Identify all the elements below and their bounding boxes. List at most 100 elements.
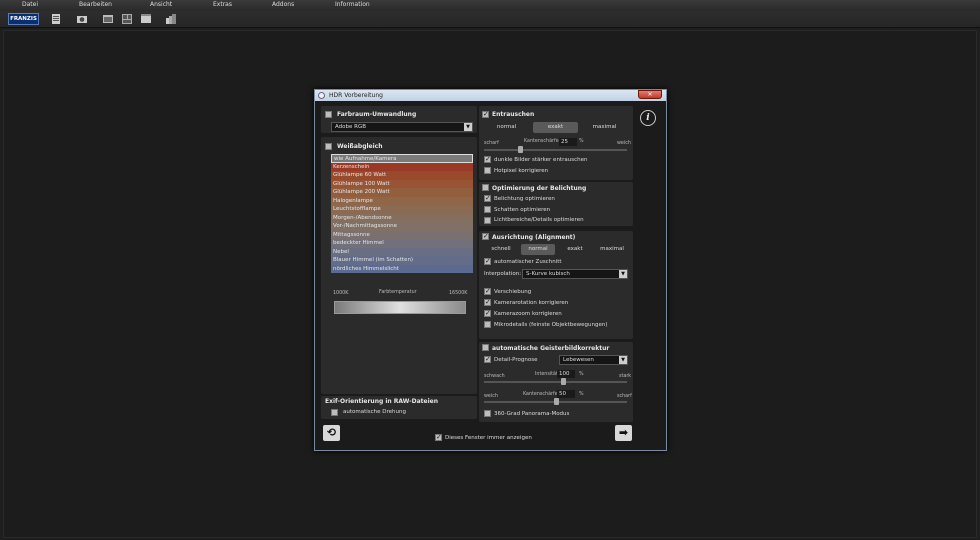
noise-mode-exakt[interactable]: exakt [533,122,578,133]
prognose-select[interactable]: Lebewesen ▼ [559,355,628,365]
highlight-opt-checkbox[interactable] [484,217,491,224]
next-button[interactable]: ➡ [615,425,632,441]
hotpixel-checkbox[interactable] [484,167,491,174]
show-again-checkbox[interactable] [435,433,442,441]
camera-icon[interactable] [76,13,88,25]
back-button[interactable]: ⟲ [323,425,340,441]
shift-checkbox[interactable] [484,287,491,295]
noise-mode-normal[interactable]: normal [484,122,529,133]
dialog-title: HDR Vorbereitung [329,92,383,99]
shadow-opt-checkbox[interactable] [484,206,491,213]
prognose-label: Detail-Prognose [494,357,538,363]
file-icon[interactable] [50,13,62,25]
entrauschen-checkbox[interactable] [482,110,489,118]
weissabgleich-checkbox[interactable] [325,143,332,150]
geisterbild-panel: automatische Geisterbildkorrektur Detail… [479,342,633,422]
weissabgleich-title: Weißabgleich [337,143,383,150]
whitebalance-item[interactable]: Vor-/Nachmittagssonne [331,222,473,231]
prognose-checkbox[interactable] [484,355,491,363]
whitebalance-item[interactable]: Glühlampe 100 Watt [331,179,473,188]
panorama-checkbox[interactable] [484,410,491,417]
align-mode-exakt[interactable]: exakt [558,244,592,255]
entrauschen-panel: Entrauschen normal exakt maximal scharf … [479,106,633,180]
intensity-left-label: schwach [484,374,505,379]
noise-value[interactable]: 25 [559,138,577,146]
auto-rotate-checkbox[interactable] [331,409,338,416]
gallery-icon[interactable] [121,13,133,25]
noise-slider-knob[interactable] [518,146,523,153]
intensity-slider-knob[interactable] [561,378,566,385]
menu-datei[interactable]: Datei [22,1,38,8]
menu-addons[interactable]: Addons [272,1,294,8]
align-mode-schnell[interactable]: schnell [484,244,518,255]
whitebalance-item[interactable]: Halogenlampe [331,196,473,205]
toolbar: FRANZIS [0,11,980,28]
whitebalance-item[interactable]: Blauer Himmel (im Schatten) [331,256,473,265]
farbraum-select[interactable]: Adobe RGB ▼ [331,122,473,132]
menu-ansicht[interactable]: Ansicht [150,1,172,8]
exif-panel: Exif-Orientierung in RAW-Dateien automat… [321,396,477,419]
noise-right-label: weich [617,141,631,146]
edge-param-label: Kantenschärfe [523,392,558,397]
geisterbild-checkbox[interactable] [482,344,489,351]
edge-value[interactable]: 50 [557,390,575,398]
image-folder-icon[interactable] [102,13,114,25]
whitebalance-item[interactable]: nördliches Himmelslicht [331,264,473,273]
menu-information[interactable]: Information [335,1,370,8]
temp-max-label: 16500K [449,291,468,296]
hdr-dialog: HDR Vorbereitung ✕ Farbraum-Umwandlung A… [314,89,667,451]
belichtung-panel: Optimierung der Belichtung Belichtung op… [479,182,633,226]
zoom-checkbox[interactable] [484,309,491,317]
whitebalance-item[interactable]: Nebel [331,247,473,256]
dark-noise-label: dunkle Bilder stärker entrauschen [494,157,588,163]
noise-left-label: scharf [484,141,499,146]
exposure-opt-checkbox[interactable] [484,194,491,202]
microdetail-checkbox[interactable] [484,321,491,328]
whitebalance-item[interactable]: wie Aufnahme/Kamera [331,154,473,163]
show-again-label: Dieses Fenster immer anzeigen [445,435,532,441]
temp-label: Farbtemperatur [379,290,417,295]
belichtung-checkbox[interactable] [482,184,489,191]
menu-extras[interactable]: Extras [213,1,232,8]
hotpixel-label: Hotpixel korrigieren [494,168,549,174]
intensity-value[interactable]: 100 [557,370,575,378]
noise-mode-maximal[interactable]: maximal [582,122,627,133]
whitebalance-item[interactable]: Mittagssonne [331,230,473,239]
farbraum-checkbox[interactable] [325,111,332,118]
whitebalance-item[interactable]: Leuchtstofflampe [331,205,473,214]
chevron-down-icon: ▼ [464,123,472,131]
close-button[interactable]: ✕ [638,90,662,99]
edge-unit: % [579,392,584,397]
edge-slider[interactable] [484,398,627,405]
align-mode-normal[interactable]: normal [521,244,555,255]
app-icon [318,92,325,99]
whitebalance-item[interactable]: Glühlampe 60 Watt [331,171,473,180]
whitebalance-item[interactable]: Kerzenschein [331,162,473,171]
edge-slider-knob[interactable] [554,398,559,405]
edge-left-label: weich [484,394,498,399]
entrauschen-title: Entrauschen [492,111,535,118]
geisterbild-title: automatische Geisterbildkorrektur [492,345,610,352]
interpolation-value: S-Kurve kubisch [526,271,570,277]
whitebalance-item[interactable]: bedeckter Himmel [331,239,473,248]
auto-crop-checkbox[interactable] [484,257,491,265]
ausrichtung-checkbox[interactable] [482,232,489,240]
menu-bearbeiten[interactable]: Bearbeiten [79,1,112,8]
dark-noise-checkbox[interactable] [484,155,491,163]
noise-slider[interactable] [484,146,627,153]
exif-title: Exif-Orientierung in RAW-Dateien [325,398,438,405]
interpolation-select[interactable]: S-Kurve kubisch ▼ [522,269,628,279]
intensity-slider[interactable] [484,378,627,385]
panorama-label: 360-Grad Panorama-Modus [494,411,570,417]
whitebalance-item[interactable]: Glühlampe 200 Watt [331,188,473,197]
whitebalance-list: wie Aufnahme/Kamera Kerzenschein Glühlampe… [331,154,473,273]
whitebalance-item[interactable]: Morgen-/Abendsonne [331,213,473,222]
rotation-checkbox[interactable] [484,298,491,306]
shift-label: Verschiebung [494,289,532,295]
info-button[interactable]: i [640,110,656,126]
align-mode-maximal[interactable]: maximal [595,244,629,255]
chevron-down-icon: ▼ [619,270,627,278]
color-temperature-bar[interactable] [334,301,466,314]
film-icon[interactable] [140,13,152,25]
stack-icon[interactable] [165,13,177,25]
